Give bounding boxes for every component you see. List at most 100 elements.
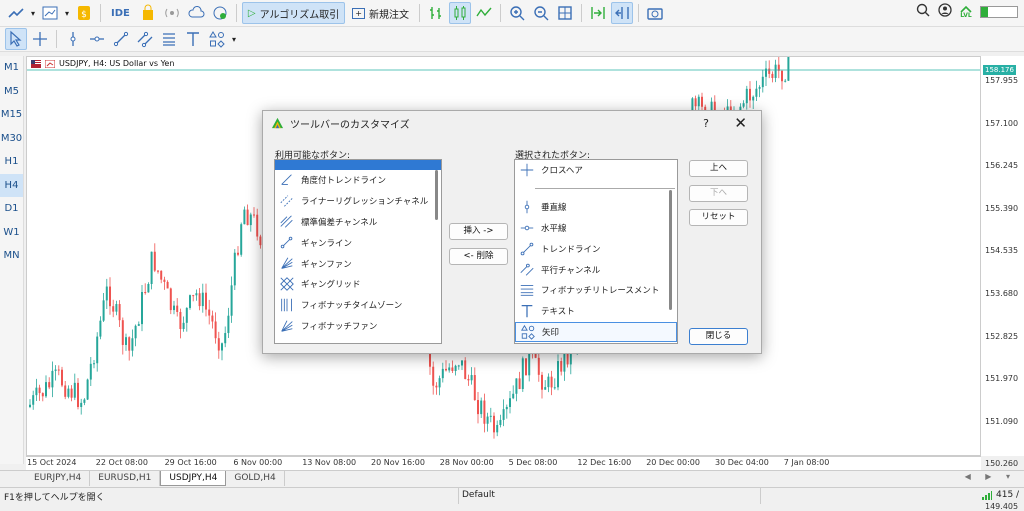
shopping-bag-icon[interactable] (137, 2, 159, 24)
list-item[interactable]: 垂直線 (515, 197, 677, 218)
selected-buttons-list[interactable]: クロスヘア垂直線 水平線 トレンドライン平行チャンネルフィボナッチリトレースメントテ… (514, 159, 678, 344)
candle-body (141, 292, 143, 325)
new-chart-icon[interactable] (39, 2, 61, 24)
chart-shift-icon[interactable] (610, 2, 633, 24)
cloud-icon[interactable] (185, 2, 207, 24)
candle-body (534, 353, 537, 358)
parallel-channel-icon[interactable] (134, 28, 156, 50)
available-buttons-list[interactable]: 角度付トレンドライン ライナーリグレッションチャネル 標準偏差チャンネル ギャンライン… (274, 159, 442, 344)
list-item[interactable]: ギャンライン (275, 232, 441, 253)
candle-body (496, 424, 499, 433)
candle-body (147, 283, 150, 293)
vertical-line-icon[interactable] (62, 28, 84, 50)
timeframe-m30[interactable]: M30 (0, 127, 23, 151)
timeframe-panel: M1 M5 M15 M30 H1 H4 D1 W1 MN (0, 56, 24, 464)
chart-tab[interactable]: EURUSD,H1 (90, 471, 161, 486)
candle-body (144, 292, 147, 294)
time-tick: 7 Jan 08:00 (783, 458, 830, 467)
candle-body (118, 304, 121, 321)
candle-body (745, 88, 748, 104)
status-traffic: 415 / (996, 490, 1020, 500)
chart-tab[interactable]: EURJPY,H4 (26, 471, 91, 486)
move-down-button[interactable]: 下へ (689, 185, 748, 202)
available-list-scrollbar[interactable] (435, 170, 438, 220)
timeframe-w1[interactable]: W1 (0, 221, 23, 245)
list-item[interactable]: フィボナッチタイムゾーン (275, 295, 441, 316)
candle-body (473, 375, 476, 401)
price-tick: 151.090 (985, 416, 1019, 426)
reset-button[interactable]: リセット (689, 209, 748, 226)
text-icon (521, 305, 533, 318)
horizontal-line-icon (520, 225, 534, 231)
text-icon[interactable] (182, 28, 204, 50)
fibo-retracement-icon[interactable] (158, 28, 180, 50)
list-item[interactable]: ギャンファン (275, 253, 441, 274)
line-chart-icon[interactable] (473, 2, 495, 24)
candle-body (755, 88, 758, 97)
tile-windows-icon[interactable] (554, 2, 576, 24)
chart-tab[interactable]: GOLD,H4 (226, 471, 285, 486)
timeframe-d1[interactable]: D1 (0, 197, 23, 221)
cursor-icon[interactable] (5, 28, 27, 50)
trendline-icon[interactable] (110, 28, 132, 50)
timeframe-m5[interactable]: M5 (0, 80, 23, 104)
gann-line-icon (280, 236, 293, 249)
list-item[interactable]: テキスト (515, 301, 677, 322)
candle-body (86, 379, 89, 400)
list-item[interactable]: フィボナッチリトレースメント (515, 280, 677, 301)
dialog-close-button[interactable]: ✕ (734, 114, 747, 132)
list-item[interactable]: ギャングリッド (275, 274, 441, 295)
screenshot-icon[interactable] (644, 2, 666, 24)
candle-body (227, 315, 230, 334)
chart-type-dropdown-icon[interactable]: ▾ (29, 2, 37, 24)
search-icon[interactable] (916, 3, 930, 20)
timeframe-mn[interactable]: MN (0, 244, 23, 268)
list-item-label: 平行チャンネル (541, 265, 601, 276)
vps-icon[interactable] (209, 2, 231, 24)
list-item[interactable]: ライナーリグレッションチャネル (275, 191, 441, 212)
list-item[interactable]: 矢印 (515, 321, 677, 343)
close-button[interactable]: 閉じる (689, 328, 748, 345)
timeframe-m15[interactable]: M15 (0, 103, 23, 127)
selected-list-scrollbar[interactable] (669, 190, 672, 310)
new-order-button[interactable]: + 新規注文 (347, 2, 414, 24)
horizontal-line-icon[interactable] (86, 28, 108, 50)
drawing-dropdown-icon[interactable]: ▾ (230, 28, 238, 50)
template-dropdown-icon[interactable]: ▾ (63, 2, 71, 24)
auto-scroll-icon[interactable] (587, 2, 609, 24)
candle-body (509, 398, 511, 407)
zoom-in-icon[interactable] (506, 2, 528, 24)
timeframe-m1[interactable]: M1 (0, 56, 23, 80)
help-button[interactable]: ? (703, 117, 709, 130)
delete-button[interactable]: <- 削除 (449, 248, 508, 265)
list-item[interactable]: 角度付トレンドライン (275, 170, 441, 191)
insert-button[interactable]: 挿入 -> (449, 223, 508, 240)
timeframe-h1[interactable]: H1 (0, 150, 23, 174)
list-item[interactable]: トレンドライン (515, 238, 677, 259)
list-item[interactable]: クロスヘア (515, 160, 677, 181)
list-item[interactable]: 水平線 (515, 218, 677, 239)
account-icon[interactable] (938, 3, 952, 20)
time-tick: 12 Dec 16:00 (577, 458, 632, 467)
chart-tab[interactable]: USDJPY,H4 (160, 471, 227, 486)
bar-chart-icon[interactable] (425, 2, 447, 24)
signal-icon[interactable] (161, 2, 183, 24)
algo-trading-button[interactable]: ▷ アルゴリズム取引 (241, 2, 346, 24)
list-item[interactable]: フィボナッチファン (275, 316, 441, 337)
tab-scroll-arrows[interactable]: ◀ ▶ ▾ (965, 472, 1016, 481)
zoom-out-icon[interactable] (530, 2, 552, 24)
list-item-highlighted[interactable] (275, 160, 441, 170)
chart-type-icon[interactable] (5, 2, 27, 24)
arrows-icon[interactable] (206, 28, 228, 50)
timeframe-h4[interactable]: H4 (0, 173, 23, 197)
list-item[interactable]: 平行チャンネル (515, 259, 677, 280)
list-separator[interactable] (515, 181, 677, 197)
candle-body (169, 288, 172, 311)
list-item[interactable]: 標準偏差チャンネル (275, 212, 441, 233)
move-up-button[interactable]: 上へ (689, 160, 748, 177)
ide-button[interactable]: IDE (106, 2, 135, 24)
candle-body (29, 404, 31, 407)
market-icon[interactable]: $ (73, 2, 95, 24)
crosshair-icon[interactable] (29, 28, 51, 50)
candlestick-icon[interactable] (448, 2, 471, 24)
